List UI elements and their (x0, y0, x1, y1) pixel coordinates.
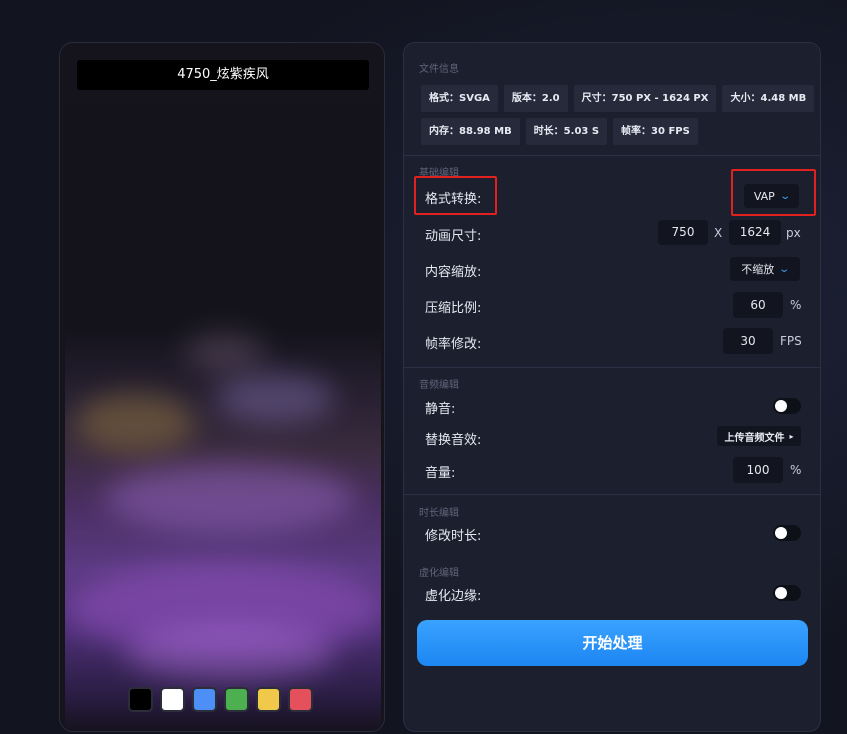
toggle-knob (775, 400, 787, 412)
fps-label: 帧率修改: (425, 337, 482, 352)
volume-label: 音量: (425, 466, 456, 481)
mute-toggle[interactable] (773, 398, 801, 414)
background-color-swatches (128, 687, 313, 712)
section-duration-edit: 时长编辑 (419, 508, 459, 519)
swatch-red[interactable] (288, 687, 313, 712)
preview-title: 4750_炫紫疾风 (77, 60, 369, 90)
compress-unit: % (790, 298, 802, 312)
swatch-blue[interactable] (192, 687, 217, 712)
swatch-black[interactable] (128, 687, 153, 712)
settings-panel: 文件信息 格式：SVGA 版本：2.0 尺寸：750 PX - 1624 PX … (403, 42, 821, 732)
animation-size-label: 动画尺寸: (425, 229, 482, 244)
section-audio-edit: 音频编辑 (419, 380, 459, 391)
preview-blur-shape (75, 393, 195, 453)
width-input[interactable]: 750 (658, 220, 708, 245)
toggle-knob (775, 527, 787, 539)
scale-select[interactable]: 不缩放 ⌄ (730, 257, 800, 281)
file-info-row-1: 格式：SVGA 版本：2.0 尺寸：750 PX - 1624 PX 大小：4.… (421, 85, 815, 112)
preview-panel: 4750_炫紫疾风 (59, 42, 385, 732)
start-processing-button[interactable]: 开始处理 (417, 620, 808, 666)
highlight-box (414, 176, 497, 215)
scale-select-value: 不缩放 (741, 263, 775, 276)
mute-label: 静音: (425, 402, 456, 417)
times-sign: X (714, 226, 723, 240)
fps-unit: FPS (780, 334, 802, 348)
preview-blur-shape (215, 373, 335, 423)
compress-ratio-label: 压缩比例: (425, 301, 482, 316)
content-scale-label: 内容缩放: (425, 265, 482, 280)
modify-duration-label: 修改时长: (425, 529, 482, 544)
chevron-down-icon: ⌄ (778, 263, 791, 275)
fps-input[interactable]: 30 (723, 328, 773, 354)
file-info-row-2: 内存：88.98 MB 时长：5.03 S 帧率：30 FPS (421, 118, 698, 145)
info-tag-filesize: 大小：4.48 MB (722, 85, 815, 112)
highlight-box (731, 169, 816, 216)
info-tag-framerate: 帧率：30 FPS (613, 118, 698, 145)
info-tag-memory: 内存：88.98 MB (421, 118, 520, 145)
info-tag-duration: 时长：5.03 S (525, 118, 608, 145)
upload-audio-button[interactable]: 上传音频文件 ▸ (717, 426, 801, 446)
section-file-info: 文件信息 (419, 64, 459, 75)
animation-preview[interactable] (65, 103, 381, 731)
size-unit: px (786, 226, 801, 240)
volume-unit: % (790, 463, 802, 477)
preview-blur-shape (105, 463, 355, 533)
preview-blur-shape (125, 623, 335, 683)
section-blur-edit: 虚化编辑 (419, 568, 459, 579)
preview-blur-shape (185, 333, 265, 373)
info-tag-format: 格式：SVGA (421, 85, 498, 112)
divider (404, 494, 820, 495)
info-tag-version: 版本：2.0 (503, 85, 568, 112)
swatch-green[interactable] (224, 687, 249, 712)
height-input[interactable]: 1624 (729, 220, 781, 245)
swatch-white[interactable] (160, 687, 185, 712)
blur-edge-toggle[interactable] (773, 585, 801, 601)
modify-duration-toggle[interactable] (773, 525, 801, 541)
volume-input[interactable]: 100 (733, 457, 783, 483)
divider (404, 155, 820, 156)
caret-right-icon: ▸ (789, 431, 794, 441)
toggle-knob (775, 587, 787, 599)
swatch-yellow[interactable] (256, 687, 281, 712)
compress-input[interactable]: 60 (733, 292, 783, 318)
upload-audio-label: 上传音频文件 (724, 432, 785, 444)
info-tag-dimensions: 尺寸：750 PX - 1624 PX (573, 85, 717, 112)
replace-audio-label: 替换音效: (425, 433, 482, 448)
blur-edge-label: 虚化边缘: (425, 589, 482, 604)
divider (404, 367, 820, 368)
